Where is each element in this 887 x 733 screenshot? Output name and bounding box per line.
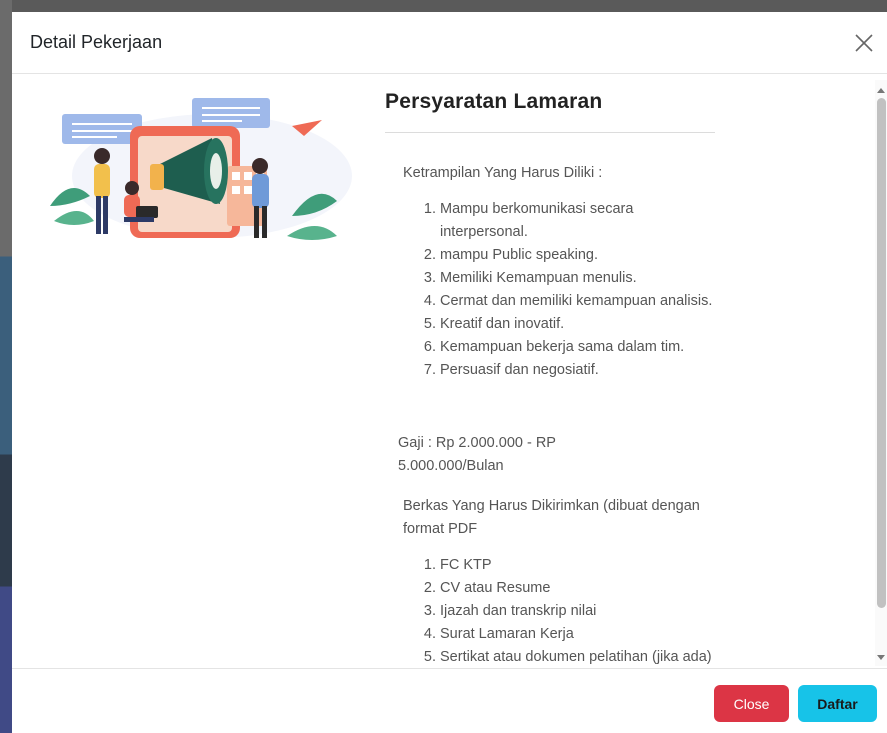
modal-footer: Close Daftar: [12, 668, 887, 733]
list-item: Kemampuan bekerja sama dalam tim.: [440, 336, 720, 359]
requirements-heading: Persyaratan Lamaran: [385, 90, 603, 113]
list-item: Mampu berkomunikasi secara interpersonal…: [440, 198, 720, 244]
scrollbar-thumb[interactable]: [877, 98, 886, 608]
skills-intro: Ketrampilan Yang Harus Diliki :: [403, 165, 603, 181]
modal-scrollbar[interactable]: [875, 80, 887, 666]
modal-body: Persyaratan Lamaran Ketrampilan Yang Har…: [12, 74, 887, 668]
daftar-button[interactable]: Daftar: [798, 685, 877, 722]
documents-list: FC KTP CV atau Resume Ijazah dan transkr…: [385, 554, 730, 668]
list-item: Memiliki Kemampuan menulis.: [440, 267, 720, 290]
list-item: Persuasif dan negosiatif.: [440, 359, 720, 382]
list-item: Ijazah dan transkrip nilai: [440, 600, 730, 623]
list-item: CV atau Resume: [440, 577, 730, 600]
list-item: mampu Public speaking.: [440, 244, 720, 267]
list-item: FC KTP: [440, 554, 730, 577]
page-backdrop: [0, 0, 12, 733]
documents-intro: Berkas Yang Harus Dikirimkan (dibuat den…: [403, 498, 700, 537]
modal-title: Detail Pekerjaan: [30, 32, 163, 52]
heading-divider: [385, 132, 715, 133]
list-item: Surat Lamaran Kerja: [440, 623, 730, 646]
list-item: Sertikat atau dokumen pelatihan (jika ad…: [440, 646, 730, 668]
list-item: Kreatif dan inovatif.: [440, 313, 720, 336]
close-icon[interactable]: [851, 30, 877, 56]
list-item: Cermat dan memiliki kemampuan analisis.: [440, 290, 720, 313]
requirements-content: Persyaratan Lamaran Ketrampilan Yang Har…: [385, 90, 720, 665]
megaphone-illustration: [50, 98, 352, 240]
scroll-up-arrow-icon[interactable]: [877, 88, 885, 93]
close-button[interactable]: Close: [714, 685, 789, 722]
job-detail-modal: Detail Pekerjaan Persyaratan Lamaran Ket…: [12, 12, 887, 733]
modal-header: Detail Pekerjaan: [12, 12, 887, 74]
scroll-down-arrow-icon[interactable]: [877, 655, 885, 660]
salary-text: Gaji : Rp 2.000.000 - RP 5.000.000/Bulan: [398, 435, 556, 474]
skills-list: Mampu berkomunikasi secara interpersonal…: [385, 198, 720, 382]
